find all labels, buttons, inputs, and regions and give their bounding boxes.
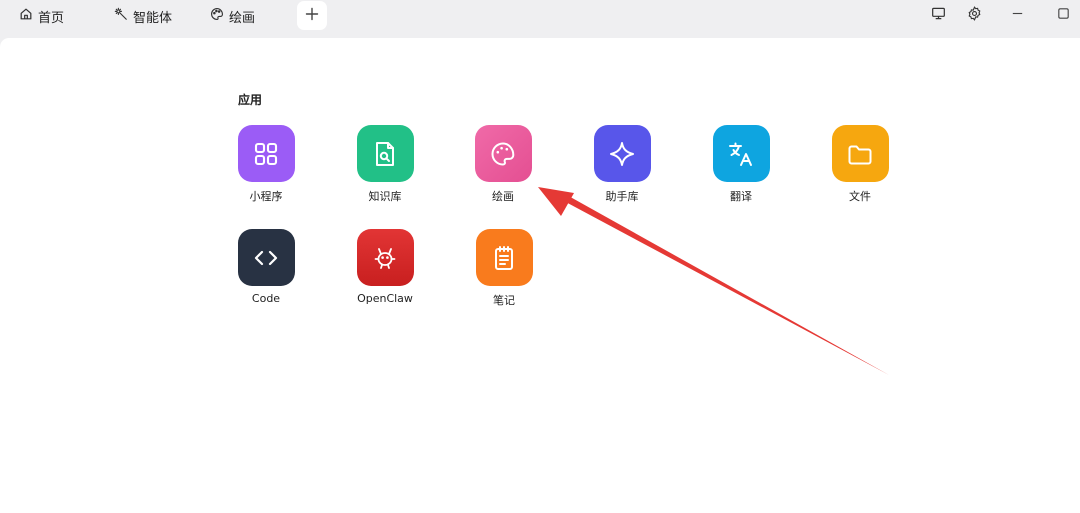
- claw-icon: [374, 247, 396, 269]
- tab-label: 首页: [38, 10, 65, 26]
- app-icon-tile: [474, 125, 532, 182]
- app-label: 翻译: [730, 190, 752, 203]
- app-icon-tile: [356, 229, 414, 286]
- sparkle-icon: [610, 141, 634, 166]
- section-title: 应用: [238, 93, 263, 107]
- translate-icon: [729, 142, 752, 166]
- app-icon-tile: [712, 125, 770, 182]
- app-drawing[interactable]: 绘画: [458, 125, 548, 209]
- app-mini-program[interactable]: 小程序: [221, 125, 311, 209]
- tab-label: 智能体: [133, 10, 173, 26]
- code-icon: [254, 250, 278, 265]
- maximize-icon: [1056, 6, 1071, 25]
- gear-icon: [967, 5, 982, 25]
- minimize-icon: [1010, 6, 1025, 25]
- app-label: 文件: [849, 190, 871, 203]
- app-label: OpenClaw: [357, 292, 413, 305]
- app-icon-tile: [356, 125, 414, 182]
- app-label: 小程序: [249, 190, 283, 203]
- app-icon-tile: [831, 125, 889, 182]
- app-files[interactable]: 文件: [815, 125, 905, 209]
- app-label: 绘画: [492, 190, 514, 203]
- app-icon-tile: [475, 229, 533, 286]
- app-icon-tile: [237, 125, 295, 182]
- app-knowledge-base[interactable]: 知识库: [340, 125, 430, 209]
- tab-drawing[interactable]: 绘画: [210, 6, 255, 26]
- document-search-icon: [376, 141, 394, 166]
- add-tab-button[interactable]: [297, 1, 327, 30]
- app-label: 知识库: [368, 190, 402, 203]
- tab-home[interactable]: 首页: [19, 6, 64, 26]
- notepad-icon: [495, 245, 513, 270]
- app-label: Code: [251, 292, 281, 305]
- grid-icon: [254, 142, 278, 165]
- palette-icon: [491, 141, 515, 166]
- maximize-button[interactable]: [1053, 5, 1073, 25]
- app-icon-tile: [593, 125, 651, 182]
- minimize-button[interactable]: [1007, 5, 1027, 25]
- folder-icon: [848, 145, 872, 164]
- app-assistant-library[interactable]: 助手库: [577, 125, 667, 209]
- home-icon: [19, 7, 33, 25]
- app-translate[interactable]: 翻译: [696, 125, 786, 209]
- app-code[interactable]: Code: [221, 229, 311, 313]
- app-label: 笔记: [493, 294, 515, 307]
- main-panel: 应用 小程序 知识库 绘画 助手库 翻译 文件 Code OpenClaw 笔记: [0, 38, 1080, 513]
- app-icon-tile: [237, 229, 295, 286]
- app-notes[interactable]: 笔记: [459, 229, 549, 313]
- monitor-button[interactable]: [928, 5, 948, 25]
- tab-agents[interactable]: 智能体: [114, 6, 172, 26]
- app-label: 助手库: [605, 190, 639, 203]
- settings-button[interactable]: [964, 5, 984, 25]
- magic-wand-icon: [114, 7, 128, 25]
- tab-label: 绘画: [229, 10, 256, 26]
- app-openclaw[interactable]: OpenClaw: [340, 229, 430, 313]
- palette-icon: [210, 7, 224, 25]
- title-bar: 首页 智能体 绘画: [0, 0, 1080, 38]
- monitor-icon: [931, 6, 946, 25]
- plus-icon: [305, 6, 319, 25]
